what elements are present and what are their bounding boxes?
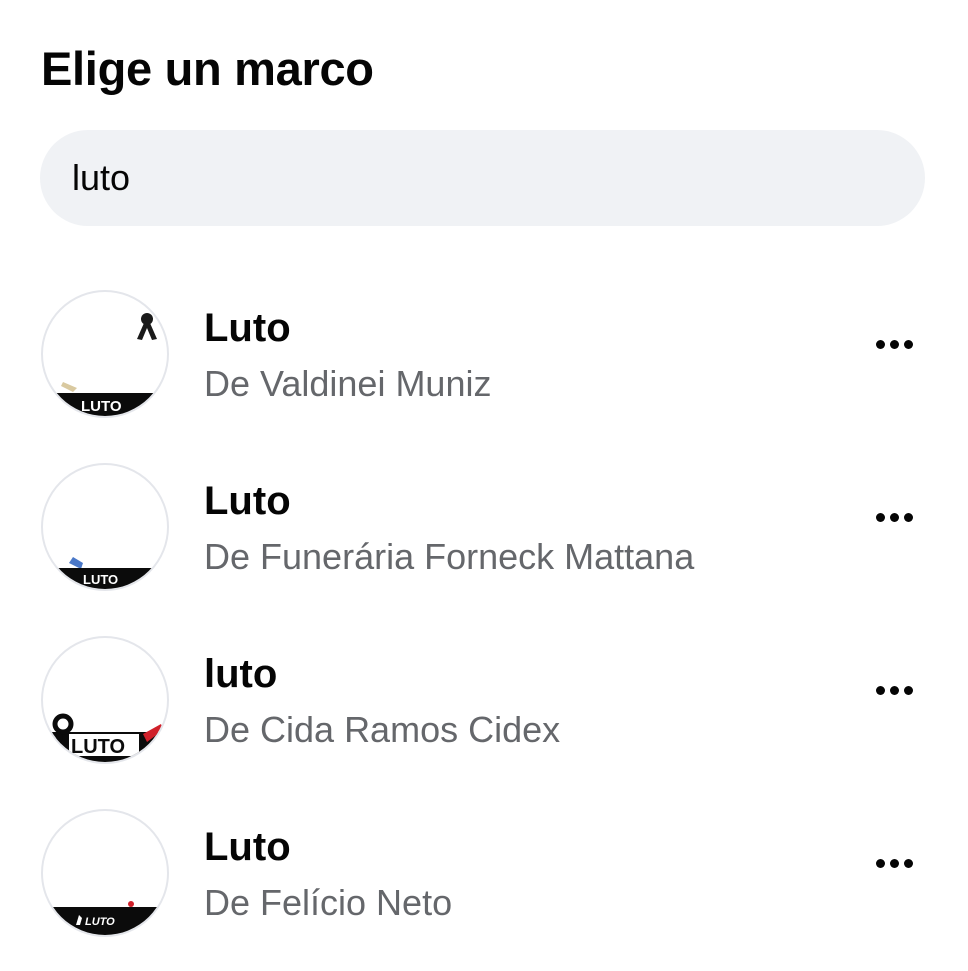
more-options-button[interactable] [862, 666, 926, 714]
search-input[interactable] [72, 157, 925, 199]
frame-thumbnail: LUTO [41, 290, 169, 418]
frame-author: De Felício Neto [204, 882, 453, 923]
banner-text: LUTO [85, 916, 115, 928]
frame-title: Luto [204, 306, 291, 350]
frame-author: De Valdinei Muniz [204, 363, 492, 404]
more-horizontal-icon [875, 685, 885, 695]
frame-picker-panel: Elige un marco LUTO Lu [0, 0, 968, 971]
frame-thumbnail: LUTO [41, 809, 169, 937]
frame-title: luto [204, 652, 278, 696]
frame-title: Luto [204, 825, 291, 869]
mourning-ribbon-icon [137, 313, 157, 340]
more-options-button[interactable] [862, 839, 926, 887]
list-item[interactable]: LUTO luto De Cida Ramos Cidex [0, 636, 968, 768]
frame-author: De Funerária Forneck Mattana [204, 536, 695, 577]
more-horizontal-icon [875, 339, 885, 349]
banner-text: LUTO [83, 572, 118, 587]
more-options-button[interactable] [862, 320, 926, 368]
more-horizontal-icon [875, 512, 885, 522]
frame-thumbnail: LUTO [41, 636, 169, 764]
banner-text: LUTO [81, 398, 122, 415]
mourning-ribbon-icon [69, 557, 83, 569]
frame-title: Luto [204, 479, 291, 523]
list-item[interactable]: LUTO Luto De Funerária Forneck Mattana [0, 463, 968, 595]
frame-thumbnail: LUTO [41, 463, 169, 591]
more-options-button[interactable] [862, 493, 926, 541]
list-item[interactable]: LUTO Luto De Valdinei Muniz [0, 290, 968, 422]
list-item[interactable]: LUTO Luto De Felício Neto [0, 809, 968, 941]
page-title: Elige un marco [41, 42, 374, 95]
banner-text: LUTO [71, 736, 125, 758]
more-horizontal-icon [875, 858, 885, 868]
frame-author: De Cida Ramos Cidex [204, 709, 561, 750]
search-bar[interactable] [40, 130, 925, 226]
